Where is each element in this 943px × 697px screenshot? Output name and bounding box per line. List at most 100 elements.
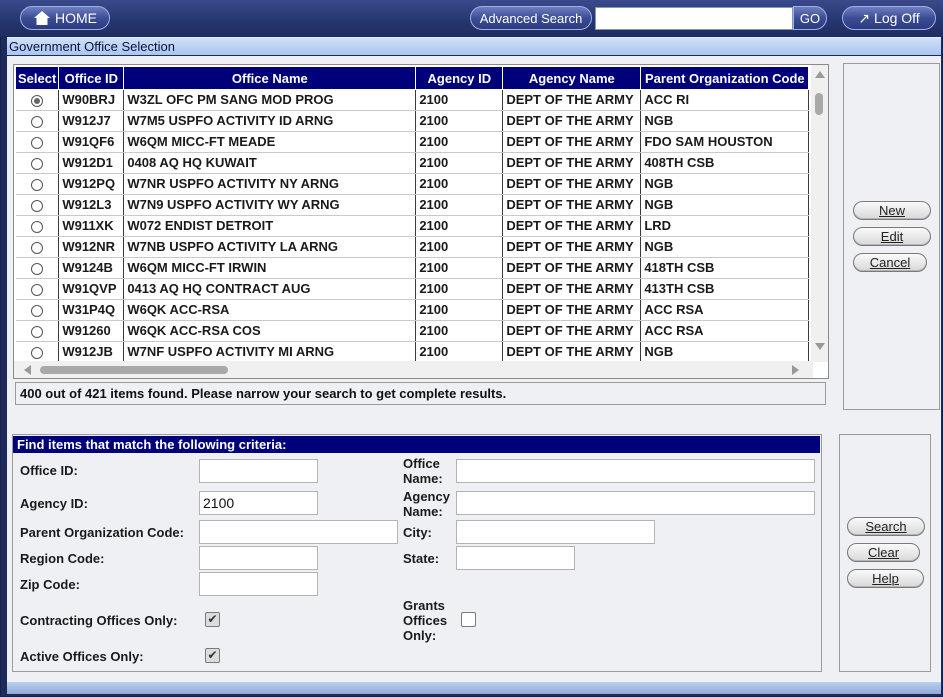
office-name-label-line1: Office bbox=[403, 456, 440, 471]
office-id-cell: W912J7 bbox=[58, 110, 125, 132]
horizontal-scroll-thumb[interactable] bbox=[40, 366, 228, 374]
horizontal-scrollbar[interactable] bbox=[14, 361, 813, 378]
parent-org-code-cell: FDO SAM HOUSTON bbox=[640, 131, 810, 153]
zip-code-field[interactable] bbox=[199, 572, 318, 596]
parent-org-code-cell: ACC RSA bbox=[640, 299, 810, 321]
active-offices-checkbox[interactable]: ✔ bbox=[205, 648, 220, 663]
parent-org-code-cell: 418TH CSB bbox=[640, 257, 810, 279]
table-row[interactable]: W912D1 0408 AQ HQ KUWAIT 2100 DEPT OF THE A… bbox=[16, 152, 810, 174]
contracting-offices-checkbox[interactable]: ✔ bbox=[205, 612, 220, 627]
agency-name-cell: DEPT OF THE ARMY bbox=[502, 236, 642, 258]
office-name-field[interactable] bbox=[456, 459, 815, 483]
table-row[interactable]: W91QVP 0413 AQ HQ CONTRACT AUG 2100 DEPT OF… bbox=[16, 278, 810, 300]
quick-search-input[interactable] bbox=[595, 7, 793, 30]
table-row[interactable]: W912L3 W7N9 USPFO ACTIVITY WY ARNG 2100 DEP… bbox=[16, 194, 810, 216]
results-grid: Select Office ID Office Name Agency ID A… bbox=[13, 64, 829, 379]
office-name-cell: W7N9 USPFO ACTIVITY WY ARNG bbox=[123, 194, 417, 216]
table-row[interactable]: W91QF6 W6QM MICC-FT MEADE 2100 DEPT OF THE … bbox=[16, 131, 810, 153]
agency-name-cell: DEPT OF THE ARMY bbox=[502, 194, 642, 216]
edit-button[interactable]: Edit bbox=[853, 227, 931, 246]
row-select-radio[interactable] bbox=[31, 115, 44, 128]
table-row[interactable]: W911XK W072 ENDIST DETROIT 2100 DEPT OF THE… bbox=[16, 215, 810, 237]
row-select-radio[interactable] bbox=[31, 241, 44, 254]
office-id-cell: W912NR bbox=[58, 236, 125, 258]
search-button-label: Search bbox=[865, 519, 907, 534]
column-header-agency-id[interactable]: Agency ID bbox=[415, 67, 504, 90]
results-table: Select Office ID Office Name Agency ID A… bbox=[16, 67, 810, 363]
row-select-radio[interactable] bbox=[31, 325, 44, 338]
office-id-cell: W912JB bbox=[58, 341, 125, 363]
agency-id-cell: 2100 bbox=[415, 173, 504, 195]
office-name-cell: W6QM MICC-FT MEADE bbox=[123, 131, 417, 153]
column-header-office-name[interactable]: Office Name bbox=[123, 67, 417, 90]
table-row[interactable]: W912J7 W7M5 USPFO ACTIVITY ID ARNG 2100 DEP… bbox=[16, 110, 810, 132]
office-name-label-line2: Name: bbox=[403, 471, 443, 486]
office-id-field[interactable] bbox=[199, 459, 318, 483]
row-select-cell bbox=[16, 194, 60, 216]
agency-name-cell: DEPT OF THE ARMY bbox=[502, 152, 642, 174]
column-header-agency-name[interactable]: Agency Name bbox=[502, 67, 642, 90]
table-row[interactable]: W90BRJ W3ZL OFC PM SANG MOD PROG 2100 DEPT … bbox=[16, 89, 810, 111]
column-header-office-id[interactable]: Office ID bbox=[58, 67, 125, 90]
new-button-label: New bbox=[878, 203, 905, 218]
cancel-button[interactable]: Cancel bbox=[853, 253, 927, 272]
table-row[interactable]: W912NR W7NB USPFO ACTIVITY LA ARNG 2100 DEP… bbox=[16, 236, 810, 258]
row-select-radio[interactable] bbox=[31, 157, 44, 170]
grants-offices-checkbox[interactable] bbox=[461, 612, 476, 627]
row-select-cell bbox=[16, 299, 60, 321]
office-name-cell: W7NF USPFO ACTIVITY MI ARNG bbox=[123, 341, 417, 363]
office-name-cell: W072 ENDIST DETROIT bbox=[123, 215, 417, 237]
office-id-cell: W90BRJ bbox=[58, 89, 125, 111]
table-row[interactable]: W31P4Q W6QK ACC-RSA 2100 DEPT OF THE ARMY AC… bbox=[16, 299, 810, 321]
help-button[interactable]: Help bbox=[847, 569, 924, 588]
row-select-cell bbox=[16, 173, 60, 195]
column-header-parent-org-code[interactable]: Parent Organization Code bbox=[640, 67, 810, 90]
table-row[interactable]: W912PQ W7NR USPFO ACTIVITY NY ARNG 2100 DEP… bbox=[16, 173, 810, 195]
region-code-label: Region Code: bbox=[20, 551, 105, 566]
row-select-radio[interactable] bbox=[31, 220, 44, 233]
row-select-radio[interactable] bbox=[31, 346, 44, 359]
agency-id-cell: 2100 bbox=[415, 89, 504, 111]
row-select-cell bbox=[16, 110, 60, 132]
agency-name-field[interactable] bbox=[456, 491, 815, 515]
office-name-cell: 0408 AQ HQ KUWAIT bbox=[123, 152, 417, 174]
row-select-radio[interactable] bbox=[31, 94, 44, 107]
column-header-select[interactable]: Select bbox=[16, 67, 60, 90]
table-row[interactable]: W91260 W6QK ACC-RSA COS 2100 DEPT OF THE AR… bbox=[16, 320, 810, 342]
row-select-radio[interactable] bbox=[31, 199, 44, 212]
agency-id-field[interactable] bbox=[199, 491, 318, 515]
table-row[interactable]: W912JB W7NF USPFO ACTIVITY MI ARNG 2100 DEP… bbox=[16, 341, 810, 363]
scroll-up-arrow-icon[interactable] bbox=[815, 71, 825, 78]
scroll-down-arrow-icon[interactable] bbox=[815, 343, 825, 350]
grants-offices-label-line3: Only: bbox=[403, 628, 437, 643]
parent-org-code-field[interactable] bbox=[199, 520, 398, 544]
row-select-cell bbox=[16, 152, 60, 174]
home-button[interactable]: HOME bbox=[20, 6, 110, 30]
scroll-right-arrow-icon[interactable] bbox=[792, 365, 799, 375]
clear-button[interactable]: Clear bbox=[847, 543, 920, 562]
results-status-message: 400 out of 421 items found. Please narro… bbox=[15, 382, 826, 405]
agency-id-cell: 2100 bbox=[415, 152, 504, 174]
vertical-scroll-thumb[interactable] bbox=[815, 93, 823, 115]
state-field[interactable] bbox=[456, 546, 575, 570]
new-button[interactable]: New bbox=[853, 201, 931, 220]
table-row[interactable]: W9124B W6QM MICC-FT IRWIN 2100 DEPT OF THE … bbox=[16, 257, 810, 279]
go-button[interactable]: GO bbox=[793, 6, 827, 30]
search-button[interactable]: Search bbox=[847, 517, 925, 536]
agency-id-cell: 2100 bbox=[415, 215, 504, 237]
row-select-radio[interactable] bbox=[31, 262, 44, 275]
row-select-radio[interactable] bbox=[31, 136, 44, 149]
row-select-radio[interactable] bbox=[31, 283, 44, 296]
city-field[interactable] bbox=[456, 520, 655, 544]
vertical-scrollbar[interactable] bbox=[811, 65, 828, 362]
row-select-radio[interactable] bbox=[31, 178, 44, 191]
home-button-label: HOME bbox=[55, 10, 97, 26]
agency-id-cell: 2100 bbox=[415, 320, 504, 342]
parent-org-code-cell: NGB bbox=[640, 341, 810, 363]
advanced-search-button[interactable]: Advanced Search bbox=[470, 6, 592, 30]
row-select-radio[interactable] bbox=[31, 304, 44, 317]
log-off-button[interactable]: ↗ Log Off bbox=[842, 6, 936, 30]
row-select-cell bbox=[16, 236, 60, 258]
region-code-field[interactable] bbox=[199, 546, 318, 570]
scroll-left-arrow-icon[interactable] bbox=[24, 365, 31, 375]
